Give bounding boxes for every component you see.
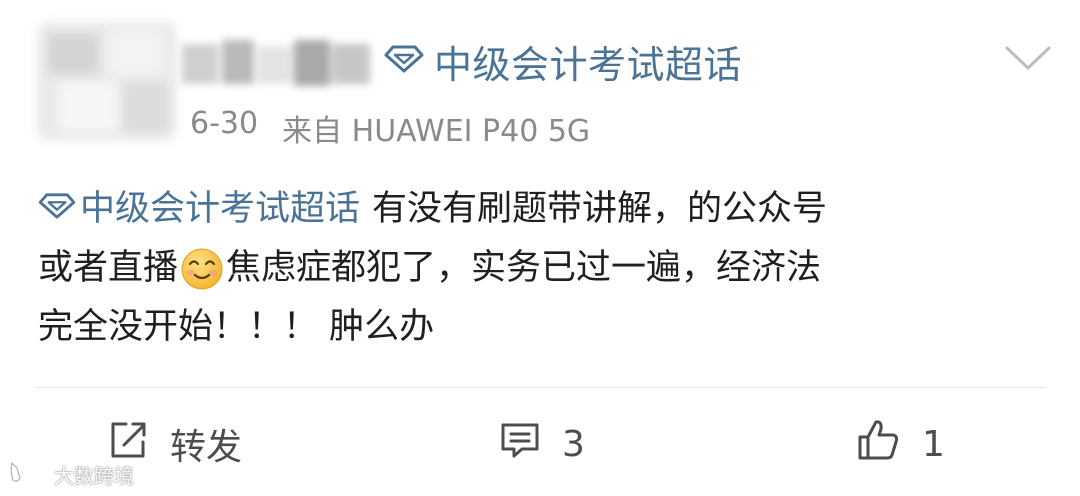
watermark: 大数跨境 xyxy=(8,458,134,490)
post-date: 6-30 xyxy=(190,106,259,141)
share-label: 转发 xyxy=(170,427,243,468)
post-line-1: 中级会计考试超话 有没有刷题带讲解，的公众号 xyxy=(38,180,1048,239)
weibo-post-card: 中级会计考试超话 6-30 来自 HUAWEI P40 5G 中级会计考试超话 … xyxy=(0,0,1080,496)
comment-count: 3 xyxy=(562,423,585,465)
comment-icon xyxy=(498,418,542,471)
post-source: 来自 HUAWEI P40 5G xyxy=(282,114,591,149)
post-body: 中级会计考试超话 有没有刷题带讲解，的公众号 或者直播 焦虑症都犯了，实务已过一… xyxy=(38,180,1048,357)
post-meta: 6-30 来自 HUAWEI P40 5G xyxy=(190,106,590,150)
like-count: 1 xyxy=(922,423,945,465)
watermark-logo-icon xyxy=(8,458,50,491)
divider xyxy=(36,387,1046,388)
post-text-line-2a: 或者直播 xyxy=(38,248,179,288)
inline-topic-name: 中级会计考试超话 xyxy=(80,189,361,229)
thumbs-up-icon xyxy=(856,417,902,472)
post-text-line-1: 有没有刷题带讲解，的公众号 xyxy=(372,189,828,229)
super-topic-link[interactable]: 中级会计考试超话 xyxy=(384,30,742,92)
post-line-2: 或者直播 焦虑症都犯了，实务已过一遍，经济法 xyxy=(38,239,1048,298)
username-blurred[interactable] xyxy=(182,36,372,92)
inline-super-topic-link[interactable]: 中级会计考试超话 xyxy=(38,180,360,239)
chevron-down-icon[interactable] xyxy=(1003,42,1053,74)
post-text-line-3: 完全没开始！！！ 肿么办 xyxy=(38,307,435,347)
diamond-icon xyxy=(38,180,76,239)
watermark-text: 大数跨境 xyxy=(54,463,134,488)
avatar[interactable] xyxy=(38,22,176,140)
smile-emoji-icon xyxy=(180,247,224,291)
post-line-3: 完全没开始！！！ 肿么办 xyxy=(38,298,1048,357)
super-topic-name: 中级会计考试超话 xyxy=(434,42,743,87)
diamond-icon xyxy=(384,44,424,78)
post-text-line-2b: 焦虑症都犯了，实务已过一遍，经济法 xyxy=(226,248,822,288)
like-button[interactable]: 1 xyxy=(856,416,945,472)
comment-button[interactable]: 3 xyxy=(498,416,585,472)
